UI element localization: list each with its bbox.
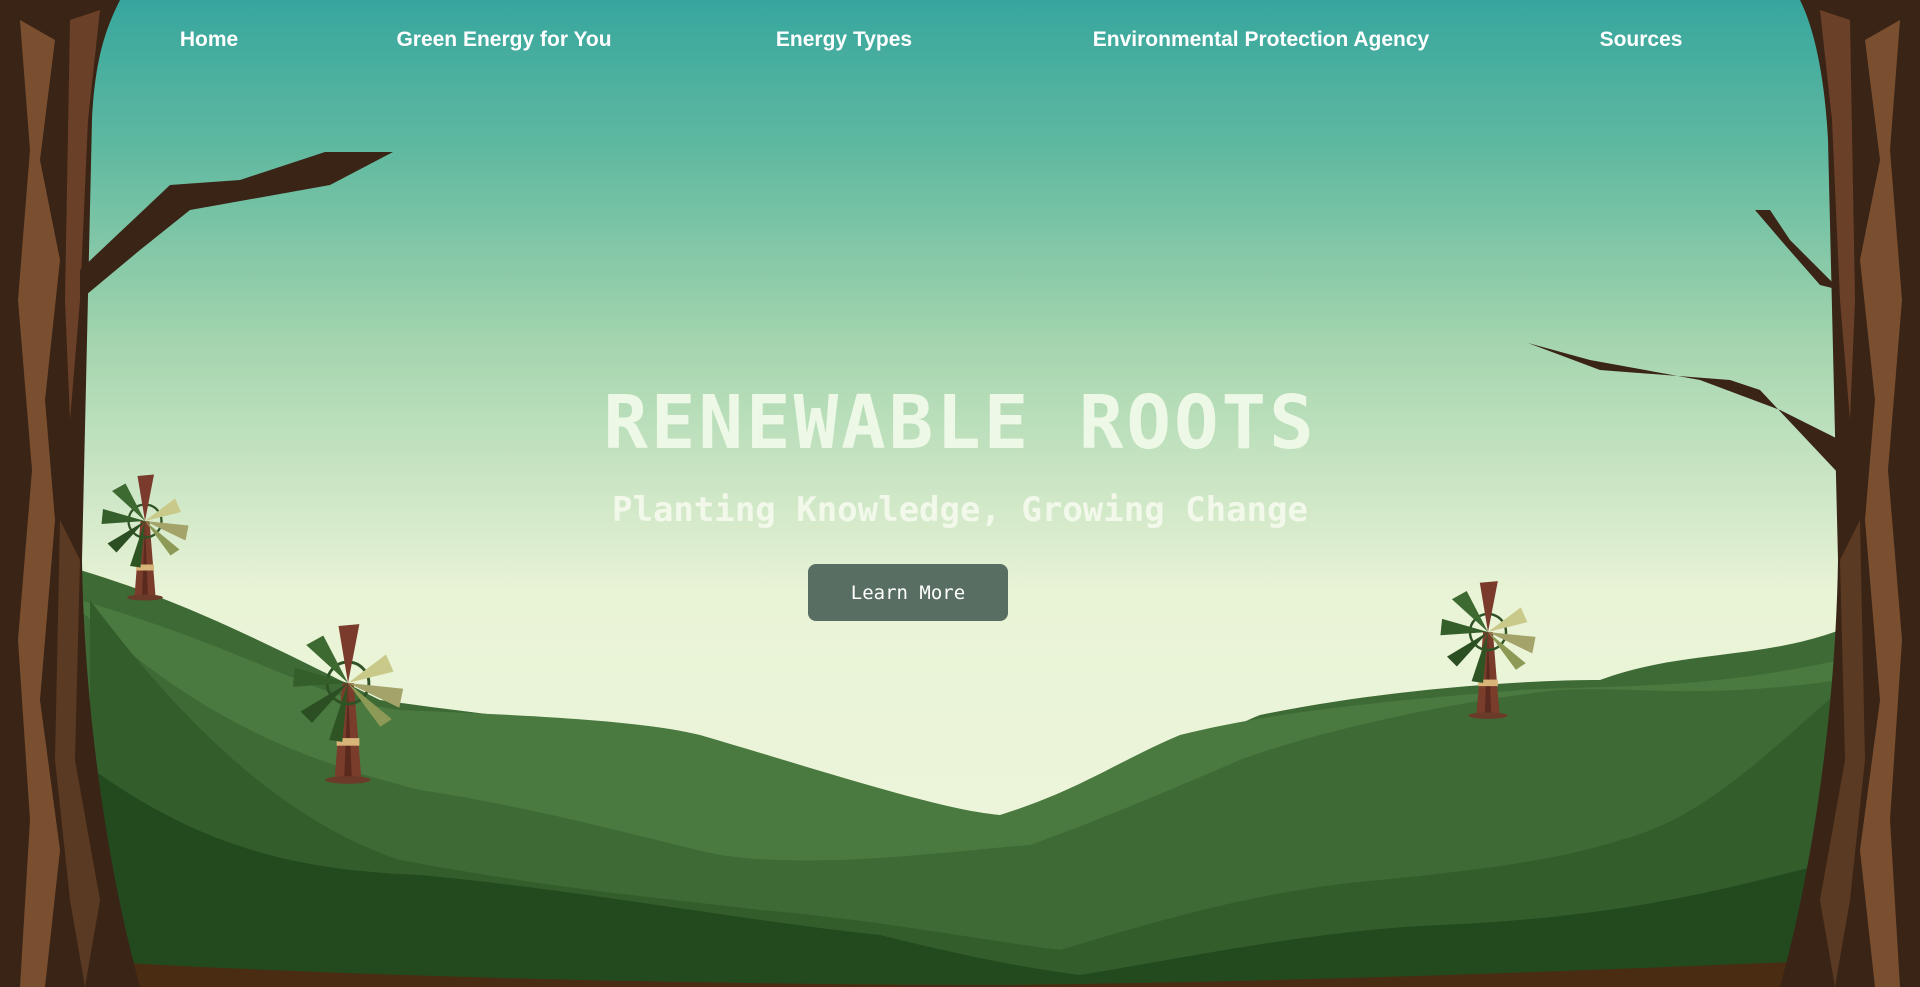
main-navigation: Home Green Energy for You Energy Types E… <box>0 0 1920 80</box>
learn-more-button[interactable]: Learn More <box>808 564 1008 621</box>
nav-link-sources[interactable]: Sources <box>1600 28 1683 52</box>
hero-title: RENEWABLE ROOTS <box>603 380 1317 466</box>
nav-link-energy-types[interactable]: Energy Types <box>776 28 912 52</box>
nav-link-green-energy[interactable]: Green Energy for You <box>396 28 611 52</box>
nav-link-home[interactable]: Home <box>180 28 238 52</box>
nav-link-epa[interactable]: Environmental Protection Agency <box>1093 28 1429 52</box>
hero-subtitle: Planting Knowledge, Growing Change <box>612 490 1308 530</box>
